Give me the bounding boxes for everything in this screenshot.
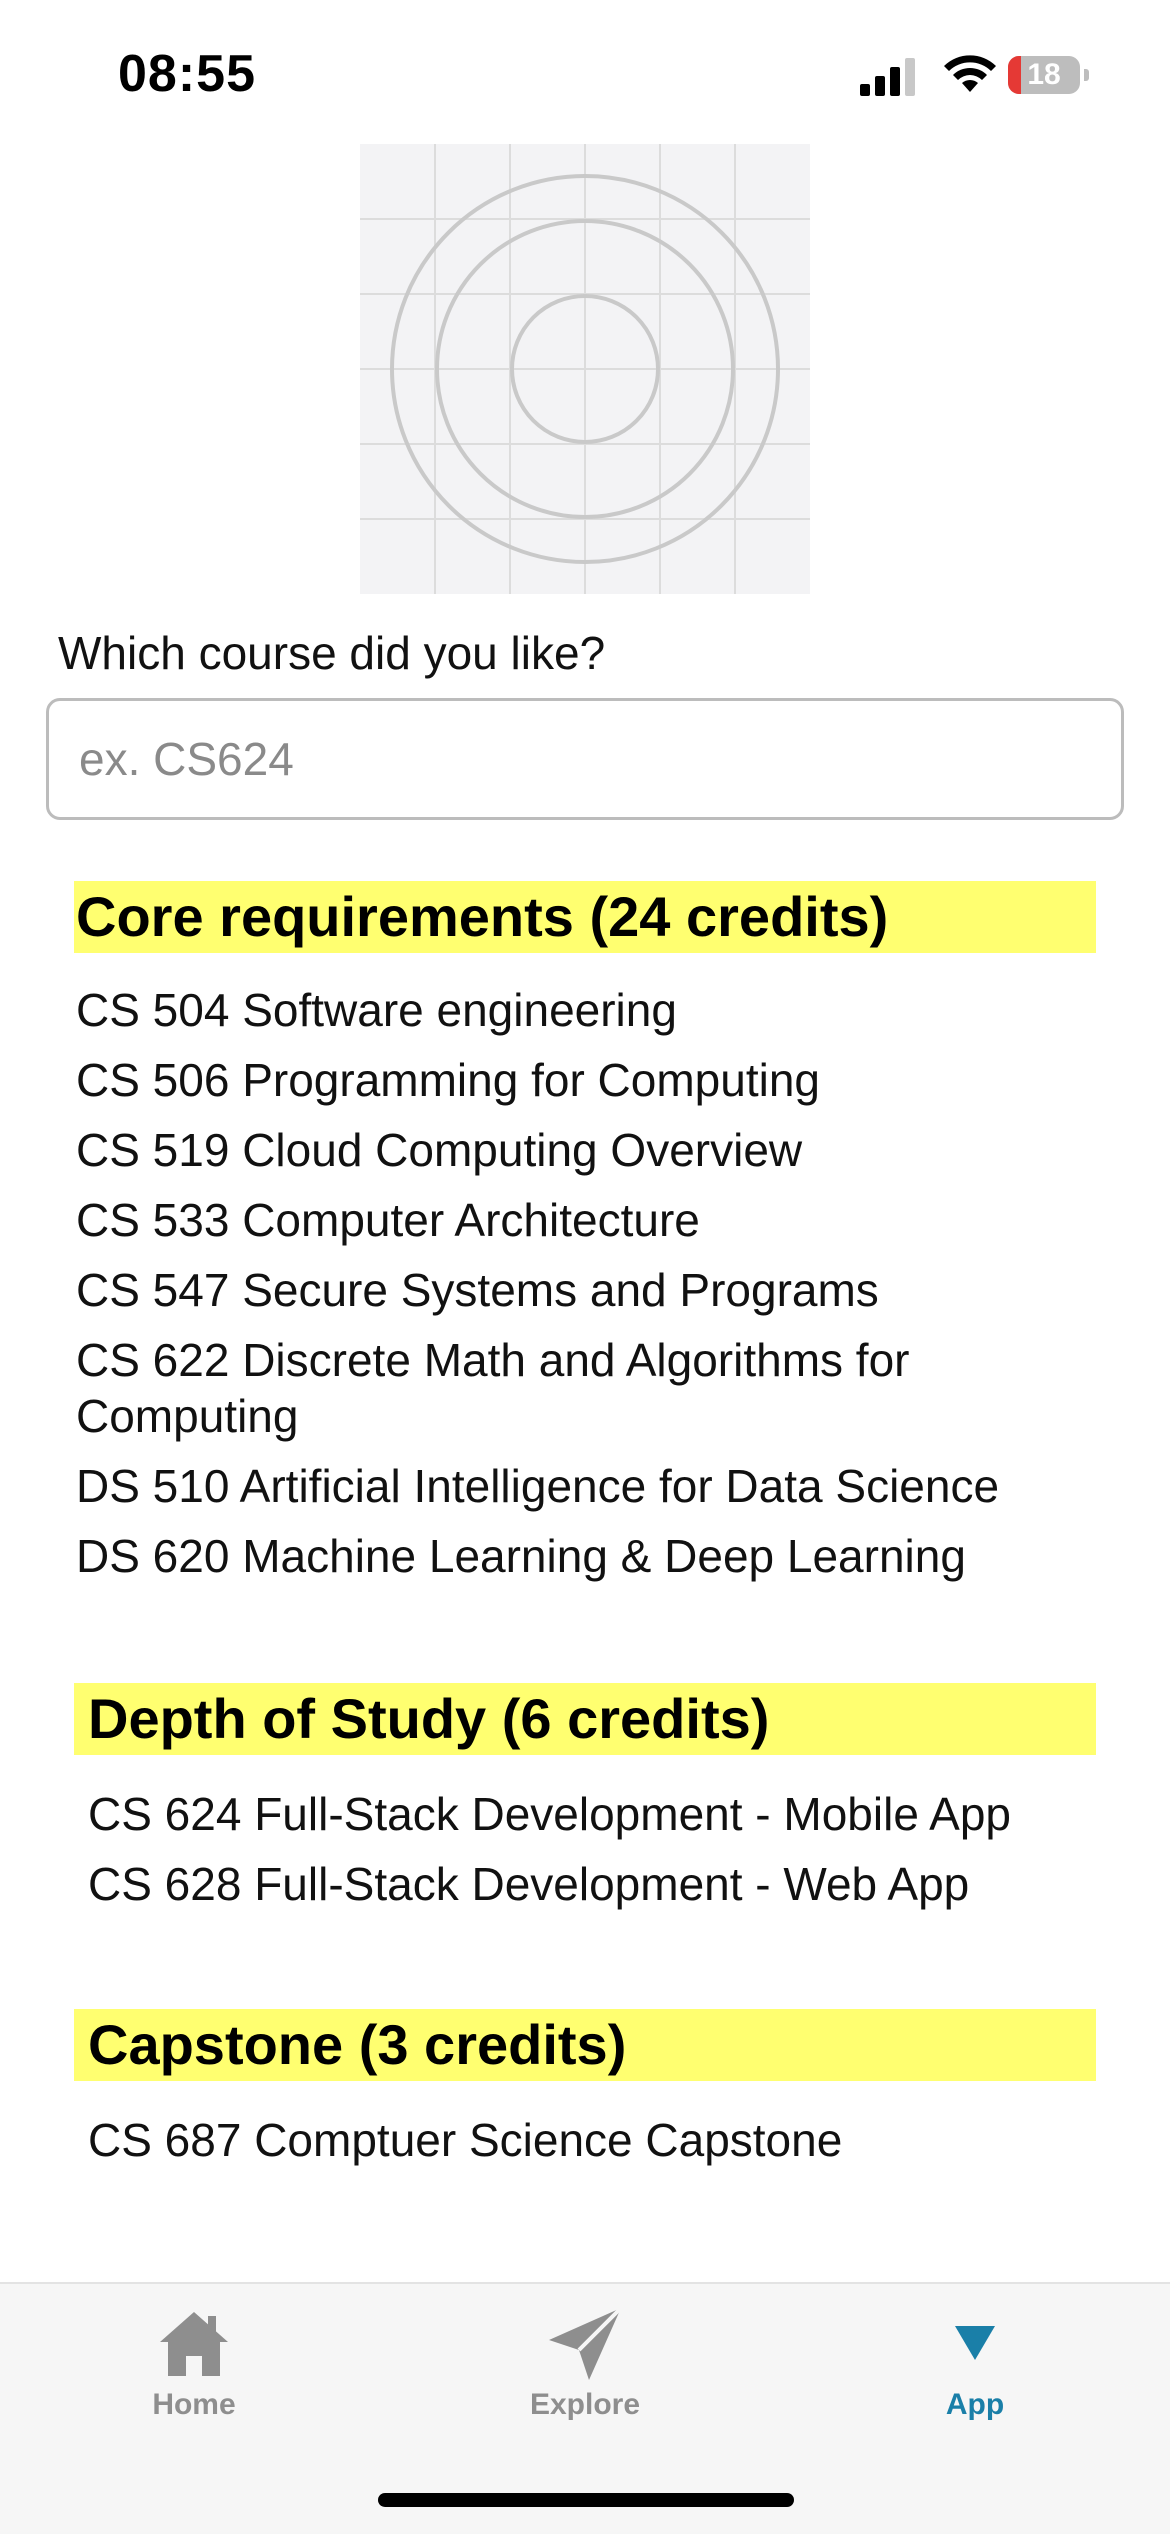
course-list-capstone: CS 687 Comptuer Science Capstone xyxy=(88,2112,1098,2182)
tab-app[interactable]: App xyxy=(865,2304,1085,2434)
status-time: 08:55 xyxy=(118,45,256,103)
course-item: CS 533 Computer Architecture xyxy=(76,1194,700,1246)
paper-plane-icon xyxy=(549,2306,623,2380)
question-label: Which course did you like? xyxy=(58,627,606,679)
section-header-capstone: Capstone (3 credits) xyxy=(74,2009,1096,2081)
cellular-signal-icon xyxy=(860,58,915,96)
course-list-depth: CS 624 Full-Stack Development - Mobile A… xyxy=(88,1786,1098,1926)
image-placeholder-icon xyxy=(360,144,810,594)
course-item: CS 687 Comptuer Science Capstone xyxy=(88,2114,843,2166)
course-item: CS 504 Software engineering xyxy=(76,984,677,1036)
status-bar: 08:55 18 xyxy=(0,0,1170,140)
course-item: CS 506 Programming for Computing xyxy=(76,1054,820,1106)
course-list-core: CS 504 Software engineering CS 506 Progr… xyxy=(76,982,1086,1598)
home-indicator xyxy=(378,2493,794,2507)
triangle-down-icon xyxy=(955,2326,995,2360)
course-item: CS 519 Cloud Computing Overview xyxy=(76,1124,803,1176)
battery-icon: 18 xyxy=(1008,56,1090,96)
course-item: DS 510 Artificial Intelligence for Data … xyxy=(76,1460,1000,1512)
section-header-depth: Depth of Study (6 credits) xyxy=(74,1683,1096,1755)
tab-home[interactable]: Home xyxy=(84,2304,304,2434)
course-input[interactable] xyxy=(46,698,1124,820)
course-item: CS 624 Full-Stack Development - Mobile A… xyxy=(88,1788,1011,1840)
tab-explore-label: Explore xyxy=(529,2388,641,2421)
course-item: DS 620 Machine Learning & Deep Learning xyxy=(76,1530,966,1582)
course-item: CS 547 Secure Systems and Programs xyxy=(76,1264,879,1316)
tab-app-label: App xyxy=(945,2388,1005,2421)
section-header-core: Core requirements (24 credits) xyxy=(74,881,1096,953)
course-item: CS 628 Full-Stack Development - Web App xyxy=(88,1858,970,1910)
battery-level: 18 xyxy=(1027,58,1061,91)
wifi-icon xyxy=(944,55,996,92)
tab-explore[interactable]: Explore xyxy=(475,2304,695,2434)
home-icon xyxy=(160,2312,228,2376)
course-item: CS 622 Discrete Math and Algorithms for … xyxy=(76,1334,910,1442)
tab-home-label: Home xyxy=(152,2388,236,2421)
